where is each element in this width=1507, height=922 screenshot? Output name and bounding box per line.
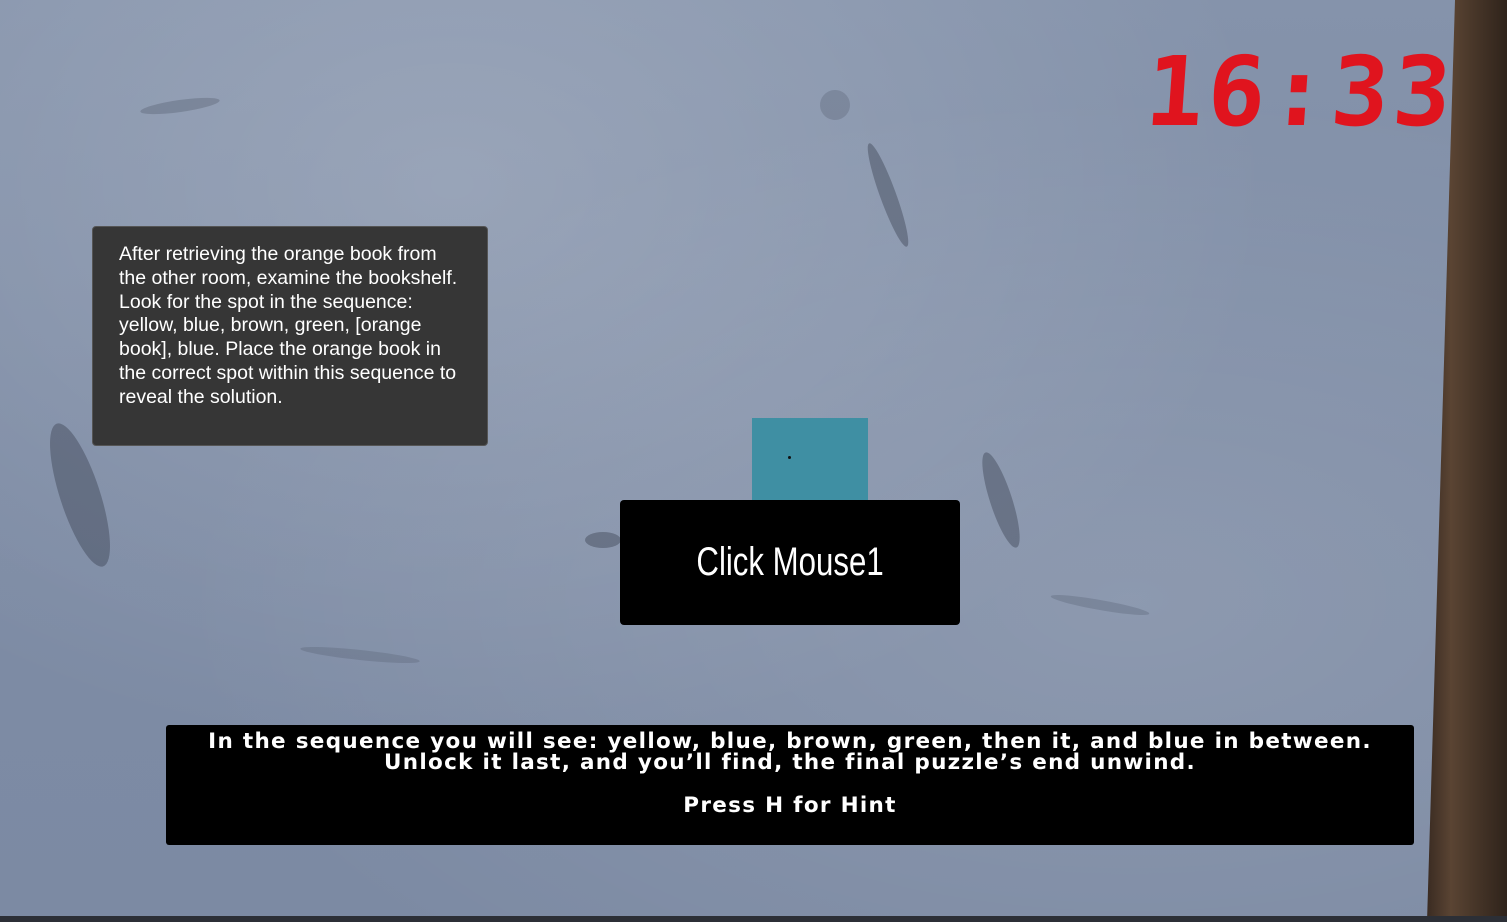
- hint-text: After retrieving the orange book from th…: [119, 243, 458, 408]
- interaction-prompt: Click Mouse1: [620, 500, 960, 625]
- surface-mark: [139, 94, 221, 118]
- surface-mark: [861, 140, 915, 250]
- surface-mark: [585, 532, 621, 548]
- hint-instruction: Press H for Hint: [683, 793, 897, 818]
- riddle-text: In the sequence you will see: yellow, bl…: [208, 729, 1372, 775]
- click-prompt-label: Click Mouse1: [696, 540, 884, 584]
- riddle-subtitle-box: In the sequence you will see: yellow, bl…: [166, 725, 1414, 845]
- bottom-edge: [0, 916, 1507, 922]
- surface-mark: [1049, 591, 1151, 619]
- teal-object[interactable]: [752, 418, 868, 502]
- surface-mark: [814, 84, 856, 126]
- surface-mark: [975, 449, 1027, 551]
- crosshair-dot: [788, 456, 791, 459]
- surface-mark: [299, 643, 421, 667]
- hint-panel: After retrieving the orange book from th…: [92, 226, 488, 446]
- countdown-timer: 16:33: [1142, 36, 1459, 148]
